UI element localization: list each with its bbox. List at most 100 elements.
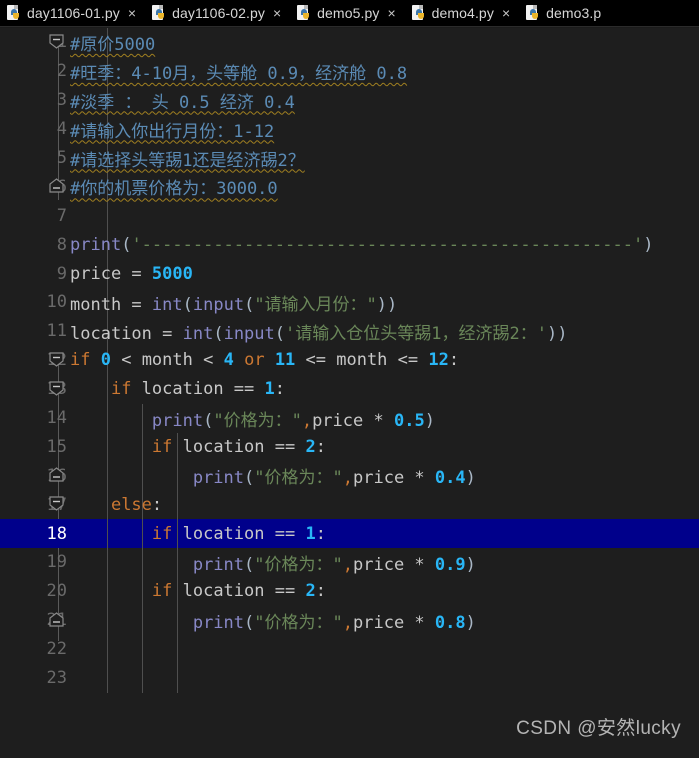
fold-end-icon[interactable] — [49, 467, 64, 482]
fold-column[interactable] — [46, 201, 68, 230]
code-text: print("价格为：",price * 0.4) — [68, 463, 699, 488]
code-text: else: — [110, 494, 163, 515]
fold-column[interactable] — [46, 86, 68, 115]
close-icon[interactable]: × — [499, 6, 514, 20]
fold-end-icon[interactable] — [49, 178, 64, 194]
operator-token: < month < — [110, 350, 224, 371]
code-text: if 0 < month < 4 or 11 <= month <= 12: — [70, 350, 460, 371]
code-line[interactable]: 7 — [0, 201, 699, 230]
code-text: price = 5000 — [68, 264, 699, 284]
code-line[interactable]: 16 print("价格为：",price * 0.4) — [0, 461, 699, 490]
line-number-gutter: 8 — [56, 234, 67, 255]
code-line[interactable]: 22 — [0, 635, 699, 664]
code-line[interactable]: 10 month = int(input("请输入月份：")) — [0, 288, 699, 317]
fold-column[interactable] — [46, 172, 68, 201]
code-line[interactable]: 9 price = 5000 — [0, 259, 699, 288]
fold-minus-icon[interactable] — [49, 381, 64, 396]
number-token: 11 — [274, 350, 296, 371]
fold-column[interactable] — [46, 144, 68, 173]
tab-demo4[interactable]: demo4.py × — [405, 0, 519, 26]
fold-column[interactable] — [46, 288, 68, 317]
code-line[interactable]: 1 #原价5000 — [0, 28, 699, 57]
fold-end-icon[interactable] — [49, 612, 64, 627]
line-number-gutter: 12 — [0, 350, 67, 370]
close-icon[interactable]: × — [270, 6, 285, 20]
tab-label: demo3.p — [546, 5, 602, 21]
operator-token: * — [404, 612, 435, 633]
operator-token: <= month <= — [295, 350, 429, 371]
number-token: 2 — [305, 581, 316, 602]
fold-column[interactable] — [46, 404, 68, 433]
fold-column[interactable] — [46, 548, 68, 577]
identifier-token: price — [353, 468, 405, 489]
code-line[interactable]: 11 location = int(input('请输入仓位头等舓1，经济舓2：… — [0, 317, 699, 346]
operator-token: = — [121, 294, 152, 315]
tab-demo3[interactable]: demo3.p — [519, 0, 606, 26]
fold-column[interactable] — [46, 346, 68, 375]
tab-day1106-01[interactable]: day1106-01.py × — [0, 0, 145, 26]
paren-token: )) — [376, 294, 398, 315]
fold-column[interactable] — [46, 115, 68, 144]
fold-column[interactable] — [46, 432, 68, 461]
string-token: "请输入月份：" — [254, 294, 377, 315]
code-text: print("价格为：",price * 0.5) — [68, 406, 699, 431]
code-line[interactable]: 6 #你的机票价格为：3000.0 — [0, 172, 699, 201]
code-line[interactable]: 3 #淡季 ： 头 0.5 经济 0.4 — [0, 86, 699, 115]
fold-column[interactable] — [46, 519, 68, 548]
code-line[interactable]: 12 if 0 < month < 4 or 11 <= month <= 12… — [0, 346, 699, 375]
fold-column[interactable] — [46, 606, 68, 635]
operator-token: * — [404, 468, 435, 489]
fold-column[interactable] — [46, 259, 68, 288]
tab-label: day1106-01.py — [27, 5, 120, 21]
string-token: '---------------------------------------… — [131, 234, 644, 255]
code-line-active[interactable]: 18 if location == 1: — [0, 519, 699, 549]
fold-minus-icon[interactable] — [49, 352, 64, 367]
code-line[interactable]: 21 print("价格为：",price * 0.8) — [0, 606, 699, 635]
code-line[interactable]: 14 print("价格为：",price * 0.5) — [0, 404, 699, 433]
keyword-token: if — [151, 523, 173, 544]
code-text: #请选择头等舓1还是经济舓2？ — [68, 146, 699, 171]
fold-column[interactable] — [46, 57, 68, 86]
close-icon[interactable]: × — [384, 6, 399, 20]
tab-label: day1106-02.py — [172, 5, 265, 21]
fold-column[interactable] — [46, 375, 68, 404]
code-line[interactable]: 17 else: — [0, 490, 699, 519]
line-number-gutter: 16 — [0, 466, 67, 486]
paren-token: ) — [465, 612, 476, 633]
fold-column[interactable] — [46, 664, 68, 693]
code-line[interactable]: 2 #旺季：4-10月，头等舱 0.9，经济舱 0.8 — [0, 57, 699, 86]
fold-column[interactable] — [46, 577, 68, 606]
identifier-token: month — [70, 294, 122, 315]
fold-column[interactable] — [46, 635, 68, 664]
tab-day1106-02[interactable]: day1106-02.py × — [145, 0, 290, 26]
code-line[interactable]: 20 if location == 2: — [0, 577, 699, 606]
fold-column[interactable] — [46, 461, 68, 490]
python-file-icon — [411, 5, 427, 21]
tab-demo5[interactable]: demo5.py × — [290, 0, 404, 26]
number-token: 1 — [264, 379, 275, 400]
line-number-gutter: 4 — [56, 119, 67, 140]
comment-token: #旺季：4-10月，头等舱 0.9，经济舱 0.8 — [70, 63, 408, 84]
close-icon[interactable]: × — [125, 6, 140, 20]
code-line[interactable]: 13 if location == 1: — [0, 375, 699, 404]
fold-minus-icon[interactable] — [49, 496, 64, 512]
code-editor[interactable]: 1 #原价5000 2 #旺季：4-10月，头等舱 0.9，经济舱 0.8 3 … — [0, 28, 699, 758]
fold-minus-icon[interactable] — [49, 34, 64, 49]
fold-column[interactable] — [46, 230, 68, 259]
code-line[interactable]: 8 print('-------------------------------… — [0, 230, 699, 259]
fold-column[interactable] — [46, 490, 68, 519]
operator-token: * — [404, 554, 435, 575]
keyword-token: if — [151, 581, 173, 602]
code-line[interactable]: 5 #请选择头等舓1还是经济舓2？ — [0, 144, 699, 173]
code-line[interactable]: 15 if location == 2: — [0, 432, 699, 461]
line-number-gutter: 17 — [0, 495, 67, 515]
fold-column[interactable] — [46, 317, 68, 346]
string-token: "价格为：" — [254, 612, 343, 633]
line-number-gutter: 19 — [46, 552, 67, 573]
code-line[interactable]: 23 — [0, 664, 699, 693]
code-line[interactable]: 4 #请输入你出行月份：1-12 — [0, 115, 699, 144]
line-number-gutter: 10 — [46, 292, 67, 313]
fold-column[interactable] — [46, 28, 68, 57]
code-text: month = int(input("请输入月份：")) — [68, 290, 699, 315]
code-line[interactable]: 19 print("价格为：",price * 0.9) — [0, 548, 699, 577]
